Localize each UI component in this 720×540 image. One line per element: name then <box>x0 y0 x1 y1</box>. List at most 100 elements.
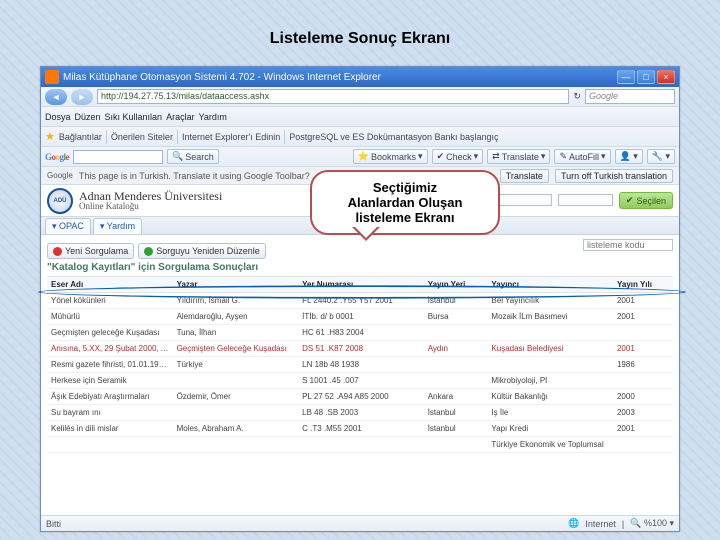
table-row[interactable]: Anısına, 5.XX, 29 Şubat 2000, AydınGeçmi… <box>47 341 673 357</box>
google-logo-small: Google <box>47 171 73 180</box>
status-zoom[interactable]: 🔍 %100 ▾ <box>630 518 674 529</box>
cell-yayinci: Kuşadası Belediyesi <box>487 341 613 357</box>
toolbar-wrench[interactable]: 🔧 ▾ <box>647 149 675 164</box>
cell-eser: Resmi gazete fihristi, 01.01.1997-30.06.… <box>47 357 173 373</box>
col-yayinci[interactable]: Yayıncı <box>487 277 613 293</box>
cell-yayinci: Türkiye Ekonomik ve Toplumsal <box>487 437 613 453</box>
window-title: Milas Kütüphane Otomasyon Sistemi 4.702 … <box>63 72 381 83</box>
cell-yer <box>298 437 424 453</box>
fav-links[interactable]: Bağlantılar <box>59 132 102 142</box>
cell-yayin_yeri: Bursa <box>424 309 488 325</box>
minimize-button[interactable]: — <box>617 70 635 84</box>
login-password-input[interactable] <box>558 194 613 206</box>
refresh-icon[interactable]: ↻ <box>573 91 581 102</box>
menu-file[interactable]: Dosya <box>45 112 71 122</box>
cell-yil <box>613 325 673 341</box>
translate-button[interactable]: ⇄ Translate ▾ <box>487 149 550 164</box>
table-row[interactable]: Geçmişten geleceğe KuşadasıTuna, İlhanHC… <box>47 325 673 341</box>
col-yazar[interactable]: Yazar <box>173 277 299 293</box>
toolbar-sign-in[interactable]: 👤 ▾ <box>615 149 643 164</box>
maximize-button[interactable]: □ <box>637 70 655 84</box>
cell-yazar <box>173 437 299 453</box>
menu-bar: Dosya Düzen Sıkı Kullanılan Araçlar Yard… <box>41 107 679 127</box>
google-search-input[interactable] <box>73 150 163 164</box>
cell-yil: 2001 <box>613 293 673 309</box>
translate-action[interactable]: Translate <box>500 169 549 183</box>
cell-eser: Herkese için Seramik <box>47 373 173 389</box>
cell-yazar: Yıldırım, İsmail G. <box>173 293 299 309</box>
cell-eser: Kelilés in dili mislar <box>47 421 173 437</box>
menu-help[interactable]: Yardım <box>199 112 227 122</box>
menu-edit[interactable]: Düzen <box>75 112 101 122</box>
cell-yazar: Alemdaroğlu, Ayşen <box>173 309 299 325</box>
browser-search-box[interactable]: Google <box>585 89 675 104</box>
check-button[interactable]: ✔ Check ▾ <box>432 149 484 164</box>
google-logo: Google <box>45 152 69 162</box>
table-row[interactable]: Kelilés in dili mislarMoles, Abraham A.C… <box>47 421 673 437</box>
forward-button[interactable]: ► <box>71 89 93 105</box>
cell-yer: İTİb. d/ b 0001 <box>298 309 424 325</box>
google-search-button[interactable]: 🔍 Search <box>167 149 219 164</box>
cell-yil <box>613 437 673 453</box>
fav-more[interactable]: PostgreSQL ve ES Dokümantasyon Bankı baş… <box>289 132 498 142</box>
fav-suggested[interactable]: Önerilen Siteler <box>111 132 173 142</box>
cell-eser: Geçmişten geleceğe Kuşadası <box>47 325 173 341</box>
col-yil[interactable]: Yayın Yılı <box>613 277 673 293</box>
fav-getie[interactable]: Internet Explorer'ı Edinin <box>182 132 280 142</box>
cell-yazar <box>173 373 299 389</box>
table-row[interactable]: Resmi gazete fihristi, 01.01.1997-30.06.… <box>47 357 673 373</box>
cell-yer: PL 27 52 .A94 A85 2000 <box>298 389 424 405</box>
bookmarks-button[interactable]: ⭐ Bookmarks ▾ <box>353 149 428 164</box>
cell-yayin_yeri: İstanbul <box>424 421 488 437</box>
back-button[interactable]: ◄ <box>45 89 67 105</box>
cell-yer: C .T3 .M55 2001 <box>298 421 424 437</box>
new-query-button[interactable]: Yeni Sorgulama <box>47 243 134 259</box>
col-yer[interactable]: Yer Numarası <box>298 277 424 293</box>
slide-title: Listeleme Sonuç Ekranı <box>0 0 720 66</box>
autofill-button[interactable]: ✎ AutoFill ▾ <box>554 149 610 164</box>
translate-off-action[interactable]: Turn off Turkish translation <box>555 169 673 183</box>
listcode-input[interactable] <box>583 239 673 251</box>
tab-help[interactable]: ▾ Yardım <box>93 218 142 234</box>
table-row[interactable]: Yönel kökünleriYıldırım, İsmail G.FL 244… <box>47 293 673 309</box>
app-icon <box>45 70 59 84</box>
cell-yil <box>613 373 673 389</box>
cell-yayin_yeri: İstanbul <box>424 293 488 309</box>
table-row[interactable]: Türkiye Ekonomik ve Toplumsal <box>47 437 673 453</box>
cell-yayinci: Mozaik İLm Basımevi <box>487 309 613 325</box>
cell-eser: Su bayram ını <box>47 405 173 421</box>
cell-yazar: Moles, Abraham A. <box>173 421 299 437</box>
close-button[interactable]: × <box>657 70 675 84</box>
cell-yil: 2001 <box>613 341 673 357</box>
address-bar[interactable]: http://194.27.75.13/milas/dataaccess.ash… <box>97 89 569 104</box>
site-title: Adnan Menderes Üniversitesi Online Katal… <box>79 190 222 211</box>
table-row[interactable]: Herkese için SeramikS 1001 .45 .007Mikro… <box>47 373 673 389</box>
cell-yayinci <box>487 357 613 373</box>
table-header-row: Eser Adı Yazar Yer Numarası Yayın Yeri Y… <box>47 277 673 293</box>
cell-eser: Yönel kökünleri <box>47 293 173 309</box>
cell-yer: DS 51 .K87 2008 <box>298 341 424 357</box>
cell-yazar: Geçmişten Geleceğe Kuşadası <box>173 341 299 357</box>
col-eser[interactable]: Eser Adı <box>47 277 173 293</box>
favorites-bar: ★ Bağlantılar Önerilen Siteler Internet … <box>41 127 679 147</box>
cell-yer: LB 48 .SB 2003 <box>298 405 424 421</box>
edit-query-button[interactable]: Sorguyu Yeniden Düzenle <box>138 243 266 259</box>
table-row[interactable]: MühürlüAlemdaroğlu, AyşenİTİb. d/ b 0001… <box>47 309 673 325</box>
favorites-icon[interactable]: ★ <box>45 130 55 143</box>
cell-eser: Âşık Edebiyatı Araştırmaları <box>47 389 173 405</box>
table-row[interactable]: Âşık Edebiyatı AraştırmalarıÖzdemir, Öme… <box>47 389 673 405</box>
menu-view[interactable]: Sıkı Kullanılan <box>105 112 163 122</box>
cell-yayin_yeri <box>424 325 488 341</box>
login-selected-button[interactable]: ✔ Seçilen <box>619 192 673 209</box>
cell-yer: S 1001 .45 .007 <box>298 373 424 389</box>
cell-yil: 2000 <box>613 389 673 405</box>
tab-opac[interactable]: ▾ OPAC <box>45 218 91 234</box>
cell-yayin_yeri: Ankara <box>424 389 488 405</box>
login-username-input[interactable] <box>497 194 552 206</box>
cell-yazar: Tuna, İlhan <box>173 325 299 341</box>
col-yayin-yeri[interactable]: Yayın Yeri <box>424 277 488 293</box>
translate-msg: This page is in Turkish. Translate it us… <box>79 171 310 181</box>
table-row[interactable]: Su bayram ınıLB 48 .SB 2003İstanbulIş İl… <box>47 405 673 421</box>
cell-yayinci <box>487 325 613 341</box>
menu-tools[interactable]: Araçlar <box>166 112 195 122</box>
